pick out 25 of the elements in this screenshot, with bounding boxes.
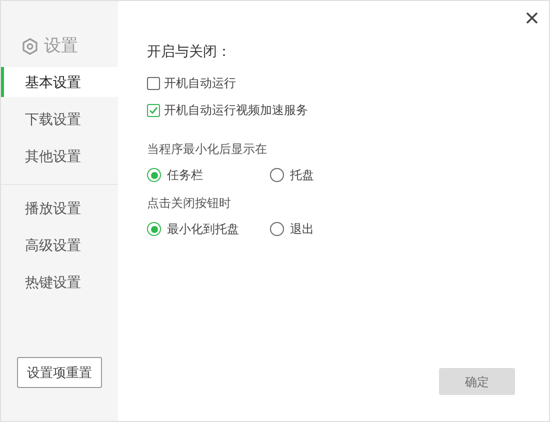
sidebar-item[interactable]: 下载设置	[1, 104, 118, 134]
checkbox-label: 开机自动运行	[164, 75, 236, 92]
settings-icon	[22, 38, 38, 54]
sidebar-item[interactable]: 基本设置	[1, 67, 118, 97]
sidebar-item[interactable]: 热键设置	[1, 267, 118, 297]
reset-button[interactable]: 设置项重置	[17, 357, 102, 388]
radio-label: 托盘	[290, 167, 314, 184]
checkbox-label: 开机自动运行视频加速服务	[164, 102, 308, 119]
checkbox[interactable]	[147, 104, 160, 116]
radio-label: 退出	[290, 221, 314, 238]
radio-button[interactable]	[147, 168, 161, 182]
close-icon	[526, 12, 538, 24]
radio-button[interactable]	[270, 168, 284, 182]
sidebar-item[interactable]: 高级设置	[1, 230, 118, 260]
group-label: 点击关闭按钮时	[147, 195, 232, 212]
sidebar-item[interactable]: 播放设置	[1, 193, 118, 223]
section-heading: 开启与关闭：	[147, 42, 231, 61]
sidebar-title: 设置	[44, 35, 78, 58]
checkbox[interactable]	[147, 76, 160, 90]
radio-label: 任务栏	[167, 167, 203, 184]
radio-label: 最小化到托盘	[167, 221, 239, 238]
radio-button[interactable]	[270, 222, 284, 236]
group-label: 当程序最小化后显示在	[147, 141, 268, 158]
radio-button[interactable]	[147, 222, 161, 236]
sidebar-item[interactable]: 其他设置	[1, 141, 118, 171]
